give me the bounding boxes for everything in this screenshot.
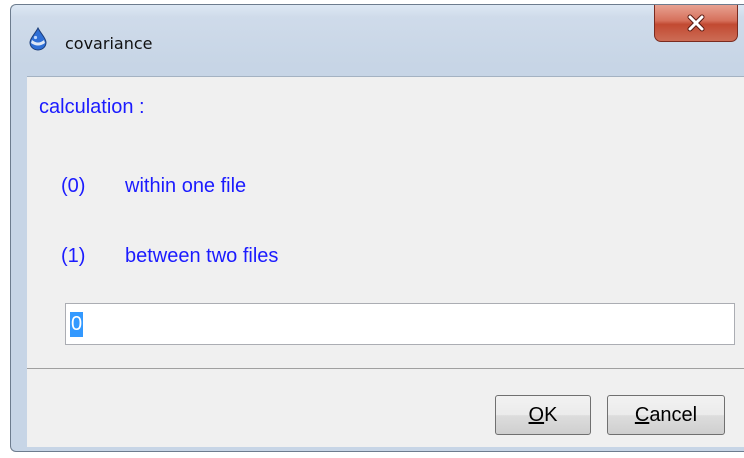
title-bar[interactable]: covariance — [11, 5, 744, 77]
close-button[interactable] — [654, 5, 738, 42]
ok-label-rest: K — [544, 403, 558, 426]
window-title: covariance — [65, 34, 153, 53]
cancel-label-rest: ancel — [649, 403, 698, 426]
calculation-heading: calculation : — [39, 96, 145, 118]
cancel-mnemonic: C — [634, 403, 650, 426]
cancel-button[interactable]: Cancel — [607, 395, 725, 435]
calculation-input[interactable]: 0 — [65, 303, 735, 345]
ok-mnemonic: O — [528, 403, 545, 426]
option-1-index: (1) — [61, 245, 86, 267]
close-icon — [687, 14, 705, 31]
ok-button[interactable]: OK — [495, 395, 591, 435]
dialog-content: calculation : (0) within one file (1) be… — [27, 76, 744, 447]
input-selected-text: 0 — [70, 312, 84, 337]
option-1-label: between two files — [125, 245, 279, 267]
option-0-index: (0) — [61, 175, 86, 197]
app-drop-icon — [29, 27, 47, 51]
option-0-label: within one file — [125, 175, 247, 197]
button-separator — [27, 368, 744, 369]
dialog-window: covariance calculation : (0) within one … — [10, 4, 744, 452]
